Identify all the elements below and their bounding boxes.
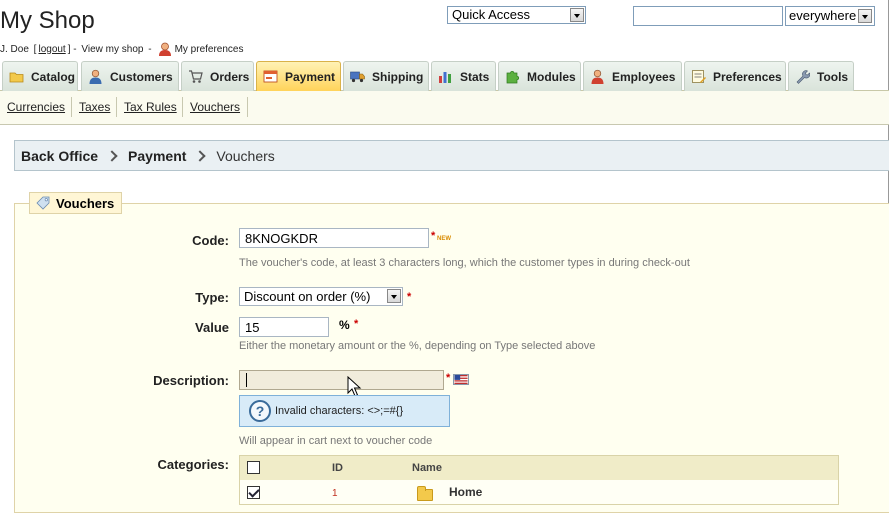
folder-icon [9, 72, 24, 83]
new-badge: NEW [437, 236, 451, 242]
subnav-vouchers[interactable]: Vouchers [190, 100, 240, 114]
tab-label: Preferences [713, 69, 782, 84]
subnav-currencies[interactable]: Currencies [7, 100, 65, 114]
tab-stats[interactable]: Stats [431, 61, 496, 91]
tab-label: Stats [460, 69, 490, 84]
tab-label: Payment [285, 69, 336, 84]
payment-icon [263, 70, 278, 83]
categories-label: Categories: [157, 457, 229, 472]
breadcrumb-root[interactable]: Back Office [21, 148, 98, 164]
description-label: Description: [153, 373, 229, 388]
tab-label: Orders [210, 69, 250, 84]
value-hint: Either the monetary amount or the %, dep… [239, 340, 596, 352]
us-flag-icon[interactable] [453, 374, 469, 385]
description-hint: Will appear in cart next to voucher code [239, 435, 433, 447]
select-all-checkbox[interactable] [247, 461, 260, 474]
code-hint: The voucher's code, at least 3 character… [239, 257, 690, 269]
search-scope-select[interactable]: everywhere [785, 6, 875, 26]
chevron-down-icon[interactable] [858, 9, 872, 23]
tab-preferences[interactable]: Preferences [684, 61, 786, 91]
quick-access-value: Quick Access [452, 7, 531, 22]
invalid-characters-tip: ? Invalid characters: <>;=#{} [239, 395, 450, 427]
search-input[interactable] [633, 6, 783, 26]
code-label: Code: [192, 233, 229, 248]
chevron-right-icon [106, 149, 118, 162]
required-mark: * [431, 230, 436, 242]
tip-text: Invalid characters: <>;=#{} [275, 405, 404, 417]
tab-catalog[interactable]: Catalog [2, 61, 78, 91]
shop-title: My Shop [0, 7, 95, 34]
tab-label: Employees [612, 69, 676, 84]
required-mark: * [446, 372, 451, 384]
tab-modules[interactable]: Modules [498, 61, 581, 91]
category-id: 1 [332, 488, 338, 499]
chevron-right-icon [194, 149, 207, 162]
description-input[interactable] [239, 370, 444, 390]
tab-label: Modules [527, 69, 576, 84]
tab-payment[interactable]: Payment [256, 61, 341, 91]
tab-employees[interactable]: Employees [583, 61, 682, 91]
user-icon [89, 69, 102, 84]
my-preferences-link[interactable]: My preferences [175, 44, 244, 55]
quick-access-select[interactable]: Quick Access [447, 6, 586, 24]
cart-icon [189, 70, 203, 83]
puzzle-icon [506, 71, 519, 84]
subnav-taxes[interactable]: Taxes [79, 100, 110, 114]
main-tabs: Catalog Customers Orders Payment Shippin… [0, 61, 889, 91]
breadcrumb-section[interactable]: Payment [128, 148, 186, 164]
legend-title: Vouchers [56, 195, 115, 211]
text-caret [246, 373, 247, 387]
search-scope-value: everywhere [789, 8, 857, 23]
view-shop-link[interactable]: View my shop [81, 44, 143, 55]
tab-shipping[interactable]: Shipping [343, 61, 429, 91]
wrench-icon [796, 70, 810, 84]
type-select-value: Discount on order (%) [244, 289, 371, 304]
breadcrumb: Back Office Payment Vouchers [14, 140, 889, 171]
category-checkbox[interactable] [247, 486, 260, 499]
category-name[interactable]: Home [449, 485, 482, 499]
categories-table-header: ID Name [240, 456, 838, 480]
bar-chart-icon [439, 72, 451, 83]
subnav-tax-rules[interactable]: Tax Rules [124, 100, 177, 114]
id-column-header: ID [332, 462, 343, 474]
chevron-down-icon[interactable] [387, 289, 401, 303]
table-row: 1 Home [240, 480, 838, 506]
tab-orders[interactable]: Orders [181, 61, 254, 91]
code-input[interactable] [239, 228, 429, 248]
settings-form-icon [692, 70, 706, 83]
tab-customers[interactable]: Customers [81, 61, 179, 91]
user-preferences-icon [158, 42, 171, 56]
tab-label: Tools [817, 69, 849, 84]
help-icon: ? [249, 400, 271, 422]
name-column-header: Name [412, 462, 442, 474]
sub-navigation: Currencies Taxes Tax Rules Vouchers [0, 91, 889, 125]
tab-label: Shipping [372, 69, 424, 84]
chevron-down-icon[interactable] [570, 8, 584, 22]
categories-table: ID Name 1 Home [239, 455, 839, 505]
value-label: Value [195, 320, 229, 335]
type-label: Type: [195, 290, 229, 305]
tab-tools[interactable]: Tools [788, 61, 854, 91]
required-mark: * [407, 291, 412, 303]
breadcrumb-current: Vouchers [216, 147, 275, 164]
truck-icon [350, 71, 365, 83]
user-line: J. Doe [ logout ] - View my shop - My pr… [0, 42, 244, 56]
tab-label: Catalog [31, 69, 76, 84]
value-input[interactable] [239, 317, 329, 337]
user-name: J. Doe [0, 43, 29, 55]
form-legend: Vouchers [29, 192, 123, 214]
folder-icon [417, 486, 433, 501]
tab-label: Customers [110, 69, 173, 84]
employee-icon [591, 69, 604, 84]
value-unit: % [339, 318, 350, 332]
tag-icon [36, 196, 50, 210]
required-mark: * [354, 318, 359, 330]
type-select[interactable]: Discount on order (%) [239, 287, 403, 306]
logout-link[interactable]: logout [38, 44, 65, 55]
